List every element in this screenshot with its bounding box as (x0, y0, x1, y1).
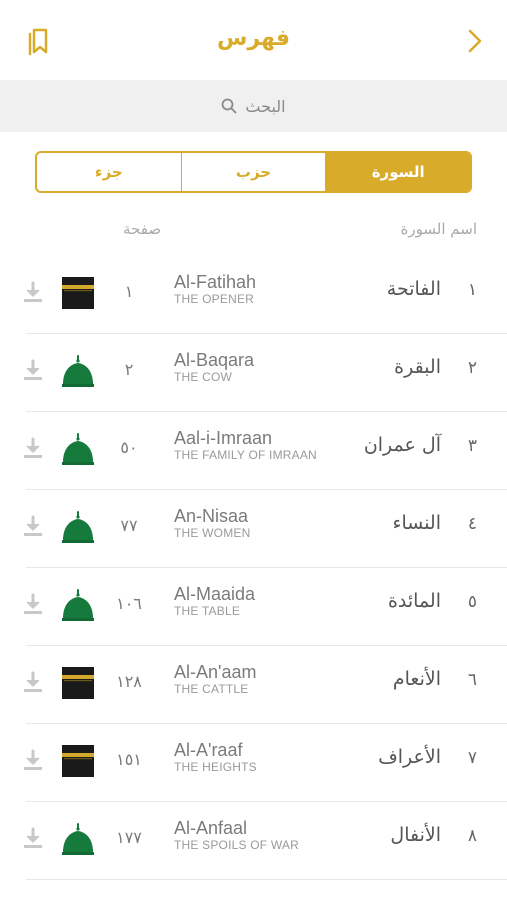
surah-row[interactable]: ٧٧ An-Nisaa THE WOMEN النساء ٤ (0, 490, 507, 568)
surah-arabic-name: آل عمران (363, 434, 441, 456)
tab-hizb[interactable]: حزب (180, 153, 326, 191)
surah-english: Al-An'aam THE CATTLE (174, 662, 344, 696)
surah-meaning: THE CATTLE (174, 682, 249, 696)
surah-english-name: Al-An'aam (174, 662, 257, 682)
surah-english-name: Al-Baqara (174, 350, 255, 370)
surah-english: Al-Baqara THE COW (174, 350, 344, 384)
kaaba-icon (61, 276, 95, 310)
surah-arabic-name: الفاتحة (386, 278, 441, 300)
column-header-page: صفحة (123, 220, 162, 238)
surah-english-name: Al-A'raaf (174, 740, 243, 760)
surah-number: ٨ (467, 826, 477, 846)
surah-number: ١ (467, 280, 477, 300)
download-icon[interactable] (22, 436, 44, 460)
surah-row[interactable]: ٥٠ Aal-i-Imraan THE FAMILY OF IMRAAN آل عمر… (0, 412, 507, 490)
surah-start-page: ١٥١ (116, 750, 142, 769)
surah-english-name: Al-Anfaal (174, 818, 248, 838)
surah-english-name: An-Nisaa (174, 506, 249, 526)
surah-start-page: ١ (124, 282, 134, 301)
download-icon[interactable] (22, 748, 44, 772)
download-icon[interactable] (22, 514, 44, 538)
surah-english: Al-A'raaf THE HEIGHTS (174, 740, 344, 774)
download-icon[interactable] (22, 358, 44, 382)
tab-juz[interactable]: جزء (37, 153, 181, 191)
nav-header: فهرس (0, 0, 507, 80)
surah-start-page: ١٧٧ (116, 828, 142, 847)
surah-start-page: ٥٠ (120, 438, 138, 457)
kaaba-icon (61, 666, 95, 700)
index-segmented-control: جزء حزب السورة (35, 151, 472, 193)
surah-meaning: THE SPOILS OF WAR (174, 838, 299, 852)
surah-english: Al-Fatihah THE OPENER (174, 272, 344, 306)
download-icon[interactable] (22, 280, 44, 304)
surah-meaning: THE OPENER (174, 292, 255, 306)
surah-meaning: THE FAMILY OF IMRAAN (174, 448, 317, 462)
surah-arabic-name: الأنعام (392, 668, 441, 690)
surah-start-page: ١٢٨ (116, 672, 142, 691)
surah-english-name: Al-Fatihah (174, 272, 257, 292)
surah-meaning: THE HEIGHTS (174, 760, 257, 774)
surah-start-page: ٧٧ (120, 516, 138, 535)
medina-dome-icon (61, 510, 95, 544)
surah-arabic-name: البقرة (394, 356, 441, 378)
surah-meaning: THE TABLE (174, 604, 241, 618)
surah-row[interactable]: ١٥١ Al-A'raaf THE HEIGHTS الأعراف ٧ (0, 724, 507, 802)
row-divider (26, 879, 507, 880)
chevron-right-icon[interactable] (465, 28, 485, 54)
page-title: فهرس (217, 26, 290, 51)
search-placeholder: البحث (245, 96, 286, 116)
surah-arabic-name: النساء (392, 512, 441, 534)
surah-number: ٤ (467, 514, 477, 534)
search-bar[interactable]: البحث (0, 80, 507, 132)
surah-start-page: ١٠٦ (116, 594, 142, 613)
download-icon[interactable] (22, 592, 44, 616)
surah-english: Aal-i-Imraan THE FAMILY OF IMRAAN (174, 428, 344, 462)
surah-meaning: THE WOMEN (174, 526, 251, 540)
surah-english: Al-Maaida THE TABLE (174, 584, 344, 618)
surah-meaning: THE COW (174, 370, 233, 384)
surah-english-name: Aal-i-Imraan (174, 428, 273, 448)
surah-number: ٣ (467, 436, 477, 456)
surah-number: ٧ (467, 748, 477, 768)
surah-row[interactable]: ١٧٧ Al-Anfaal THE SPOILS OF WAR الأنفال ٨ (0, 802, 507, 880)
download-icon[interactable] (22, 826, 44, 850)
surah-arabic-name: الأنفال (390, 824, 441, 846)
medina-dome-icon (61, 822, 95, 856)
surah-english-name: Al-Maaida (174, 584, 256, 604)
surah-number: ٦ (467, 670, 477, 690)
kaaba-icon (61, 744, 95, 778)
medina-dome-icon (61, 588, 95, 622)
surah-arabic-name: المائدة (387, 590, 441, 612)
medina-dome-icon (61, 354, 95, 388)
surah-english: An-Nisaa THE WOMEN (174, 506, 344, 540)
surah-arabic-name: الأعراف (378, 746, 441, 768)
surah-number: ٢ (467, 358, 477, 378)
surah-number: ٥ (467, 592, 477, 612)
surah-row[interactable]: ١ Al-Fatihah THE OPENER الفاتحة ١ (0, 256, 507, 334)
column-header-surah-name: اسم السورة (400, 220, 477, 238)
search-icon (222, 98, 237, 114)
surah-start-page: ٢ (124, 360, 134, 379)
surah-row[interactable]: ١٢٨ Al-An'aam THE CATTLE الأنعام ٦ (0, 646, 507, 724)
surah-english: Al-Anfaal THE SPOILS OF WAR (174, 818, 344, 852)
tab-surah[interactable]: السورة (325, 153, 470, 191)
medina-dome-icon (61, 432, 95, 466)
surah-row[interactable]: ١٠٦ Al-Maaida THE TABLE المائدة ٥ (0, 568, 507, 646)
surah-row[interactable]: ٢ Al-Baqara THE COW البقرة ٢ (0, 334, 507, 412)
download-icon[interactable] (22, 670, 44, 694)
